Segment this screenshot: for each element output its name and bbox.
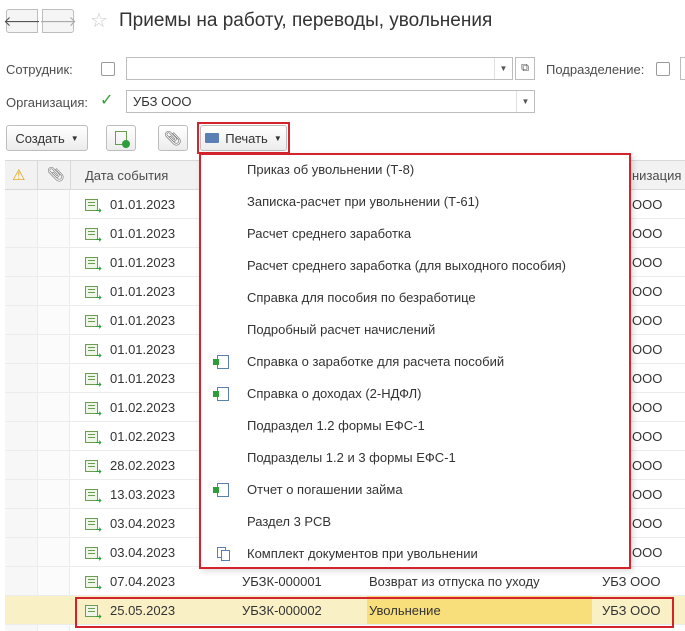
row-organization: ООО (632, 342, 663, 357)
row-date: 01.01.2023 (110, 197, 176, 212)
row-organization: ООО (632, 545, 663, 560)
print-menu-item[interactable]: Подразделы 1.2 и 3 формы ЕФС-1 (247, 450, 456, 465)
row-date: 01.01.2023 (110, 255, 176, 270)
chevron-down-icon[interactable]: ▼ (516, 91, 534, 112)
row-date: 01.01.2023 (110, 226, 176, 241)
chevron-down-icon[interactable]: ▼ (494, 58, 512, 79)
organization-checkbox-checked[interactable]: ✓ (100, 93, 113, 109)
document-posted-icon (85, 315, 102, 331)
employee-field[interactable]: ▼ (126, 57, 513, 80)
forward-button[interactable]: 🡒 (39, 9, 77, 33)
row-event: Увольнение (369, 603, 441, 618)
column-header-date[interactable]: Дата события (85, 168, 168, 183)
document-posted-icon (85, 402, 102, 418)
arrow-left-icon: 🡐 (3, 12, 41, 29)
row-organization: УБЗ ООО (602, 603, 661, 618)
document-posted-icon (85, 228, 102, 244)
row-date: 03.04.2023 (110, 545, 176, 560)
create-label: Создать (15, 130, 65, 146)
row-organization: ООО (632, 400, 663, 415)
document-posted-icon (85, 460, 102, 476)
document-posted-icon (85, 547, 102, 563)
row-organization: ООО (632, 313, 663, 328)
table-row[interactable]: 07.04.2023 УБЗК-000001 Возврат из отпуска … (5, 567, 685, 596)
back-button[interactable]: 🡐 (3, 9, 41, 33)
row-date: 07.04.2023 (110, 574, 176, 589)
row-organization: УБЗ ООО (602, 574, 661, 589)
favorite-star-icon[interactable]: ☆ (90, 9, 108, 33)
page-title: Приемы на работу, переводы, увольнения (119, 10, 493, 31)
print-menu-item[interactable]: Раздел 3 РСВ (247, 514, 331, 529)
row-date: 01.01.2023 (110, 342, 176, 357)
row-organization: ООО (632, 516, 663, 531)
row-organization: ООО (632, 429, 663, 444)
row-number: УБЗК-000001 (242, 574, 322, 589)
open-window-icon: ⧉ (521, 62, 529, 74)
document-posted-icon (85, 576, 102, 592)
document-posted-icon (85, 286, 102, 302)
open-employee-button[interactable]: ⧉ (515, 57, 535, 80)
row-organization: ООО (632, 487, 663, 502)
department-checkbox[interactable] (656, 62, 670, 76)
document-posted-icon (85, 199, 102, 215)
row-organization: ООО (632, 197, 663, 212)
row-date: 01.01.2023 (110, 371, 176, 386)
print-menu-item[interactable]: Расчет среднего заработка (для выходного… (247, 258, 566, 273)
document-posted-icon (85, 431, 102, 447)
create-button[interactable]: Создать ▼ (6, 125, 88, 151)
print-menu-item[interactable]: Комплект документов при увольнении (247, 546, 478, 561)
document-posted-icon (85, 257, 102, 273)
print-menu-item[interactable]: Подраздел 1.2 формы ЕФС-1 (247, 418, 425, 433)
row-date: 01.01.2023 (110, 313, 176, 328)
row-event: Возврат из отпуска по уходу (369, 574, 540, 589)
row-date: 01.01.2023 (110, 284, 176, 299)
export-icon (213, 355, 229, 369)
add-document-icon (115, 131, 130, 148)
row-date: 03.04.2023 (110, 516, 176, 531)
print-button-highlight (197, 122, 290, 154)
organization-field[interactable]: УБЗ ООО ▼ (126, 90, 535, 113)
print-menu-item[interactable]: Справка для пособия по безработице (247, 290, 476, 305)
print-menu-item[interactable]: Справка о доходах (2-НДФЛ) (247, 386, 421, 401)
department-label: Подразделение: (546, 62, 645, 77)
export-icon (213, 387, 229, 401)
row-date: 28.02.2023 (110, 458, 176, 473)
row-date: 25.05.2023 (110, 603, 176, 618)
row-date: 01.02.2023 (110, 429, 176, 444)
document-posted-icon (85, 344, 102, 360)
print-menu-item[interactable]: Приказ об увольнении (Т-8) (247, 162, 414, 177)
employee-label: Сотрудник: (6, 62, 73, 77)
paperclip-icon[interactable]: 📎︎ (47, 166, 65, 183)
row-date: 01.02.2023 (110, 400, 176, 415)
row-organization: ООО (632, 284, 663, 299)
row-organization: ООО (632, 371, 663, 386)
print-menu: Приказ об увольнении (Т-8) Записка-расчет… (199, 153, 631, 569)
warning-icon[interactable]: ⚠ (12, 166, 25, 184)
document-stack-icon (217, 547, 231, 561)
department-field[interactable] (680, 57, 685, 80)
chevron-down-icon: ▼ (70, 133, 79, 143)
attach-files-button[interactable]: 📎︎ (158, 125, 188, 151)
row-organization: ООО (632, 458, 663, 473)
organization-label: Организация: (6, 95, 89, 110)
employee-checkbox[interactable] (101, 62, 115, 76)
print-menu-item[interactable]: Справка о заработке для расчета пособий (247, 354, 504, 369)
paperclip-icon: 📎︎ (164, 129, 182, 146)
document-posted-icon (85, 518, 102, 534)
print-menu-item[interactable]: Записка-расчет при увольнении (Т-61) (247, 194, 479, 209)
column-header-organization[interactable]: низация (632, 168, 681, 183)
row-organization: ООО (632, 226, 663, 241)
print-menu-item[interactable]: Расчет среднего заработка (247, 226, 411, 241)
arrow-right-icon: 🡒 (39, 12, 77, 29)
print-menu-item[interactable]: Подробный расчет начислений (247, 322, 435, 337)
export-icon (213, 483, 229, 497)
row-number: УБЗК-000002 (242, 603, 322, 618)
print-menu-item[interactable]: Отчет о погашении займа (247, 482, 403, 497)
organization-value: УБЗ ООО (133, 94, 192, 109)
document-posted-icon (85, 373, 102, 389)
row-date: 13.03.2023 (110, 487, 176, 502)
row-organization: ООО (632, 255, 663, 270)
create-based-on-button[interactable] (106, 125, 136, 151)
document-posted-icon (85, 489, 102, 505)
